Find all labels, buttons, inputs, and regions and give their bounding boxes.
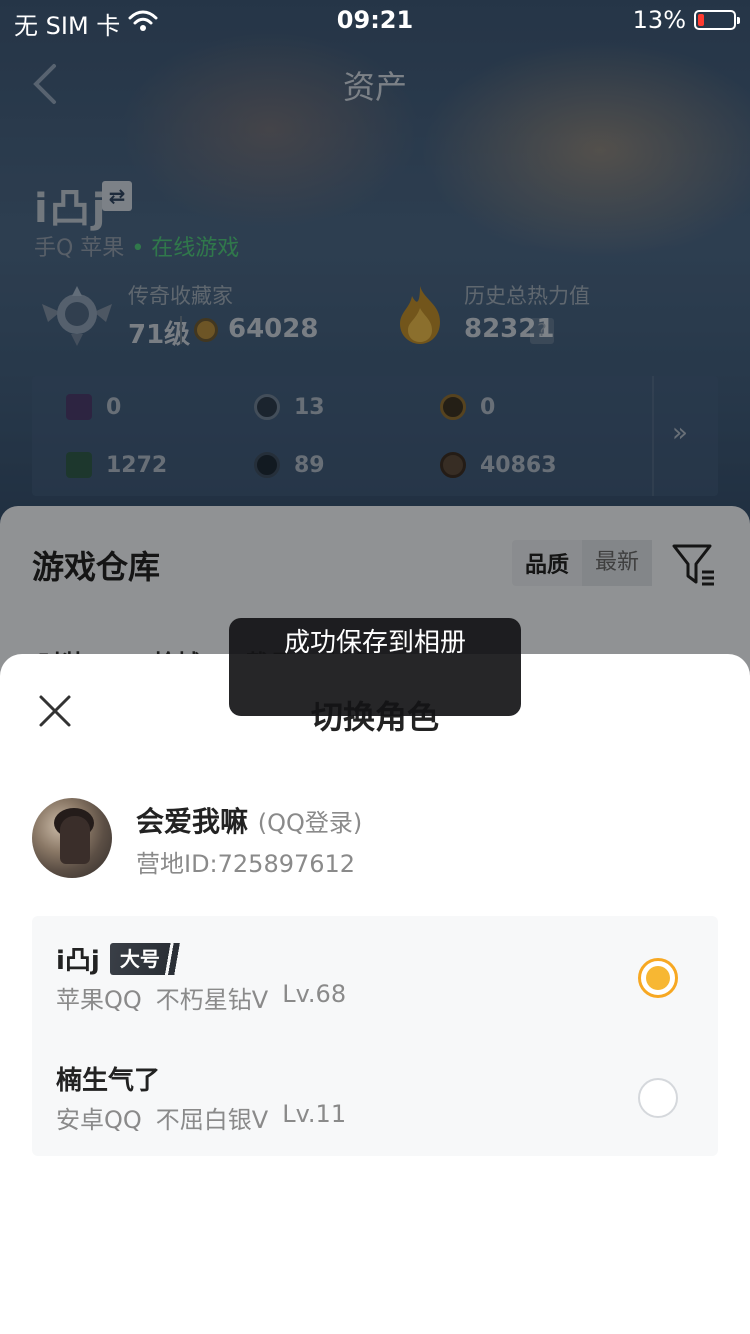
account-name: 会爱我嘛 (QQ登录) (136, 805, 363, 838)
role-item[interactable]: i凸j 大号 苹果QQ 不朽星钻Ⅴ Lv.68 (32, 916, 718, 1036)
role-platform: 苹果QQ (56, 986, 142, 1014)
radio-selected[interactable] (638, 958, 678, 998)
account-info: 会爱我嘛 (QQ登录) 营地ID:725897612 (32, 798, 718, 880)
role-rank: 不屈白银Ⅴ (155, 1106, 269, 1134)
battery-icon (694, 10, 740, 30)
camp-id: 营地ID:725897612 (136, 850, 356, 878)
role-meta: 安卓QQ 不屈白银Ⅴ Lv.11 (56, 1100, 346, 1135)
role-list: i凸j 大号 苹果QQ 不朽星钻Ⅴ Lv.68 楠生气了 安卓QQ 不屈白银Ⅴ … (32, 916, 718, 1156)
switch-role-sheet: 切换角色 会爱我嘛 (QQ登录) 营地ID:725897612 i凸j 大号 苹… (0, 654, 750, 1334)
battery-percent: 13% (632, 6, 686, 34)
role-rank: 不朽星钻Ⅴ (155, 986, 269, 1014)
login-method: (QQ登录) (257, 809, 363, 837)
role-level: Lv.11 (282, 1100, 347, 1128)
avatar (32, 798, 112, 878)
status-bar: 无 SIM 卡 09:21 13% (0, 0, 750, 40)
role-name: i凸j 大号 (56, 940, 182, 977)
role-item[interactable]: 楠生气了 安卓QQ 不屈白银Ⅴ Lv.11 (32, 1036, 718, 1156)
role-meta: 苹果QQ 不朽星钻Ⅴ Lv.68 (56, 980, 346, 1015)
toast-message: 成功保存到相册 (229, 618, 521, 716)
radio-unselected[interactable] (638, 1078, 678, 1118)
main-account-badge: 大号 (109, 942, 182, 975)
role-level: Lv.68 (282, 980, 347, 1008)
role-name: 楠生气了 (56, 1066, 161, 1096)
role-platform: 安卓QQ (56, 1106, 142, 1134)
